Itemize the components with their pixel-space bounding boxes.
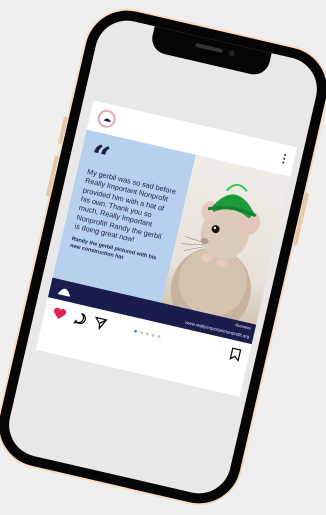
logo-icon (102, 114, 113, 125)
logo-icon (57, 288, 70, 297)
camera-icon (228, 49, 236, 57)
carousel-dot[interactable] (145, 332, 149, 336)
testimonial-quote: My gerbil was so sad before Really Impor… (73, 166, 177, 244)
heart-icon[interactable] (51, 306, 68, 322)
instagram-post: “ My gerbil was so sad before Really Imp… (35, 100, 298, 397)
comment-icon[interactable] (73, 311, 89, 327)
carousel-indicator (133, 329, 161, 339)
image-credit: illustrates (234, 323, 252, 332)
avatar[interactable] (95, 107, 118, 130)
bookmark-icon[interactable] (229, 347, 243, 362)
carousel-dot[interactable] (133, 329, 137, 333)
carousel-dot[interactable] (156, 334, 161, 339)
share-icon[interactable] (92, 315, 108, 331)
speaker (195, 42, 224, 54)
phone: “ My gerbil was so sad before Really Imp… (0, 0, 326, 515)
phone-screen: “ My gerbil was so sad before Really Imp… (2, 14, 324, 500)
more-icon[interactable] (281, 152, 288, 165)
scene: “ My gerbil was so sad before Really Imp… (0, 0, 326, 515)
carousel-dot[interactable] (139, 330, 143, 335)
phone-notch (149, 25, 272, 78)
phone-body: “ My gerbil was so sad before Really Imp… (0, 2, 326, 512)
carousel-dot[interactable] (150, 333, 155, 337)
phone-frame: “ My gerbil was so sad before Really Imp… (0, 0, 326, 515)
